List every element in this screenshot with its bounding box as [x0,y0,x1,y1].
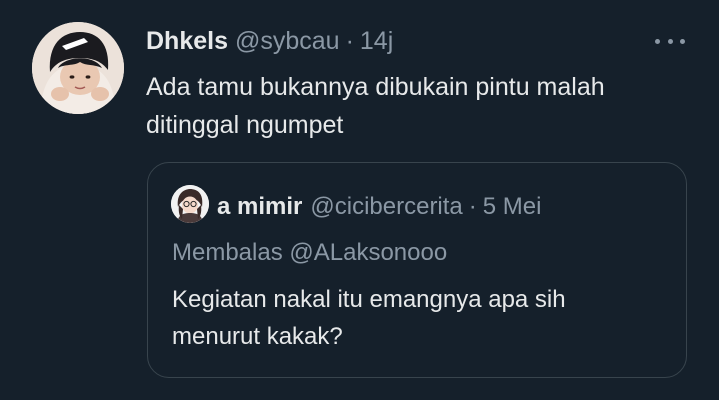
quoted-tweet-timestamp[interactable]: 5 Mei [483,193,542,221]
more-options-icon[interactable] [655,34,685,48]
quoted-author-handle[interactable]: @cicibercerita [310,193,462,221]
tweet-text-line: ditinggal ngumpet [146,111,344,139]
separator-dot: · [345,27,354,55]
tweet-text-line: Ada tamu bukannya dibukain pintu malah [146,73,605,101]
author-avatar[interactable] [32,22,124,114]
author-handle[interactable]: @sybcau [235,27,340,56]
replying-to-label: Membalas @ALaksonooo [172,239,448,266]
author-name[interactable]: Dhkels [146,27,228,56]
quoted-text-line: menurut kakak? [172,323,343,350]
tweet: Dhkels @sybcau · 14j Ada tamu bukannya d… [0,0,719,400]
quoted-tweet-text: Kegiatan nakal itu emangnya apa sih menu… [172,281,662,355]
avatar-photo [32,22,124,114]
more-dot [667,38,673,44]
tweet-timestamp[interactable]: 14j [360,27,393,56]
quoted-tweet[interactable]: a mimir @cicibercerita · 5 Mei Membalas … [147,162,687,378]
more-dot [680,38,685,44]
more-dot [655,38,660,44]
quoted-avatar-drawing [171,185,209,223]
quoted-author-name[interactable]: a mimir [217,193,302,221]
tweet-text: Ada tamu bukannya dibukain pintu malah d… [146,68,686,144]
separator-dot: · [468,193,477,220]
tweet-header: Dhkels @sybcau · 14j [146,27,393,57]
quoted-author-avatar[interactable] [171,185,209,223]
quoted-tweet-header: a mimir @cicibercerita · 5 Mei [217,193,541,221]
quoted-text-line: Kegiatan nakal itu emangnya apa sih [172,286,566,313]
